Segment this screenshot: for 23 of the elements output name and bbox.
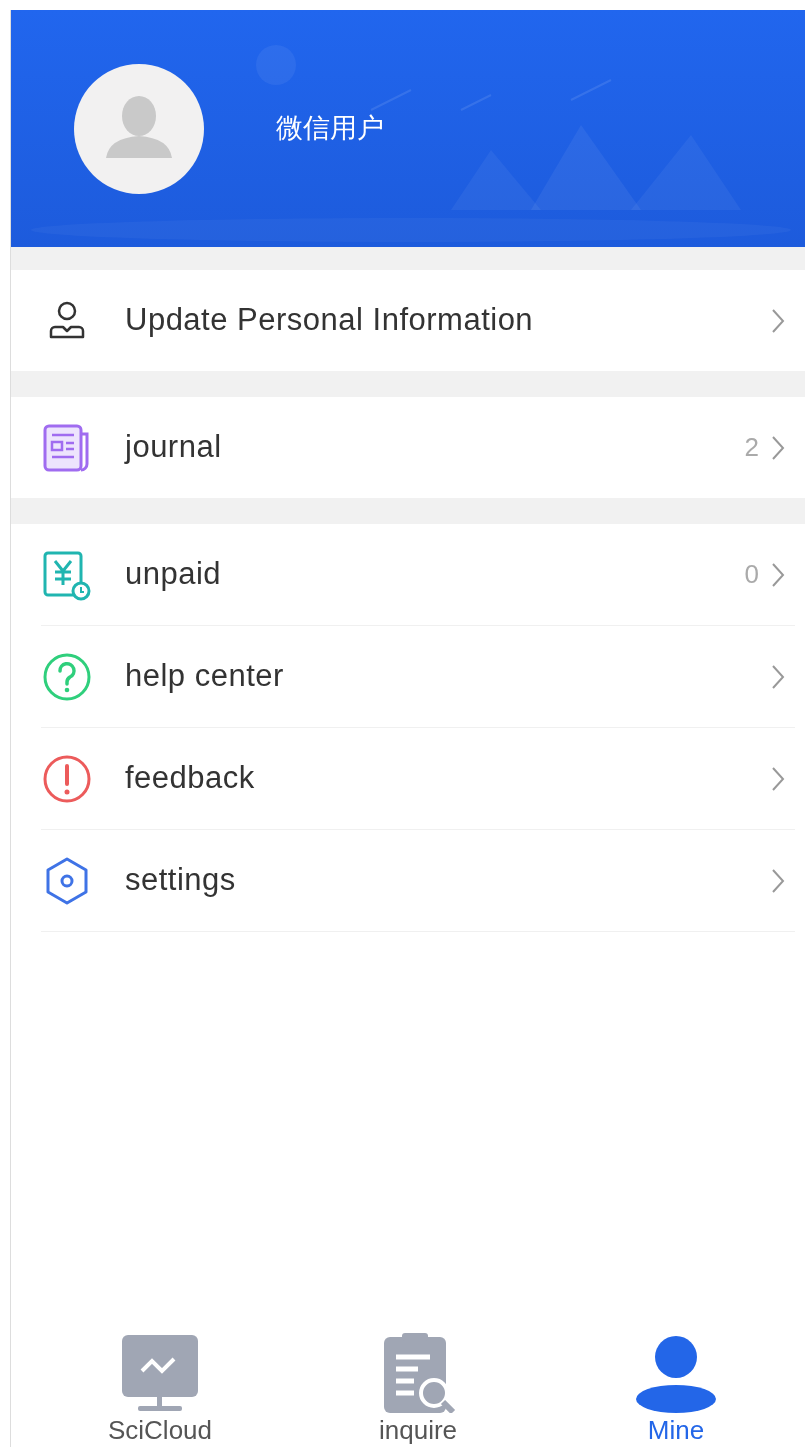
tab-item[interactable]: inquire [328, 1332, 508, 1447]
chevron-right-icon [771, 307, 785, 334]
menu-item[interactable]: settings [41, 830, 795, 931]
count: 2 [744, 431, 759, 464]
tab-item[interactable]: SciCloud [70, 1332, 250, 1447]
chevron-right-icon [771, 867, 785, 894]
menu-label: Update Personal Information [125, 301, 535, 340]
menu-label: unpaid [125, 555, 223, 594]
chevron-right-icon [771, 561, 785, 588]
tab-item[interactable]: Mine [586, 1332, 766, 1447]
count: 0 [744, 558, 759, 591]
user-name: 微信用户 [276, 112, 384, 146]
menu-label: settings [125, 861, 237, 900]
user-icon [636, 1333, 716, 1413]
menu-label: help center [125, 657, 285, 696]
menu-item[interactable]: unpaid 0 [41, 524, 795, 625]
menu-label: journal [125, 428, 223, 467]
chevron-right-icon [771, 434, 785, 461]
chevron-right-icon [771, 765, 785, 792]
menu-item[interactable]: feedback [41, 728, 795, 829]
chevron-right-icon [771, 663, 785, 690]
menu-label: feedback [125, 759, 256, 798]
menu-item[interactable]: help center [41, 626, 795, 727]
